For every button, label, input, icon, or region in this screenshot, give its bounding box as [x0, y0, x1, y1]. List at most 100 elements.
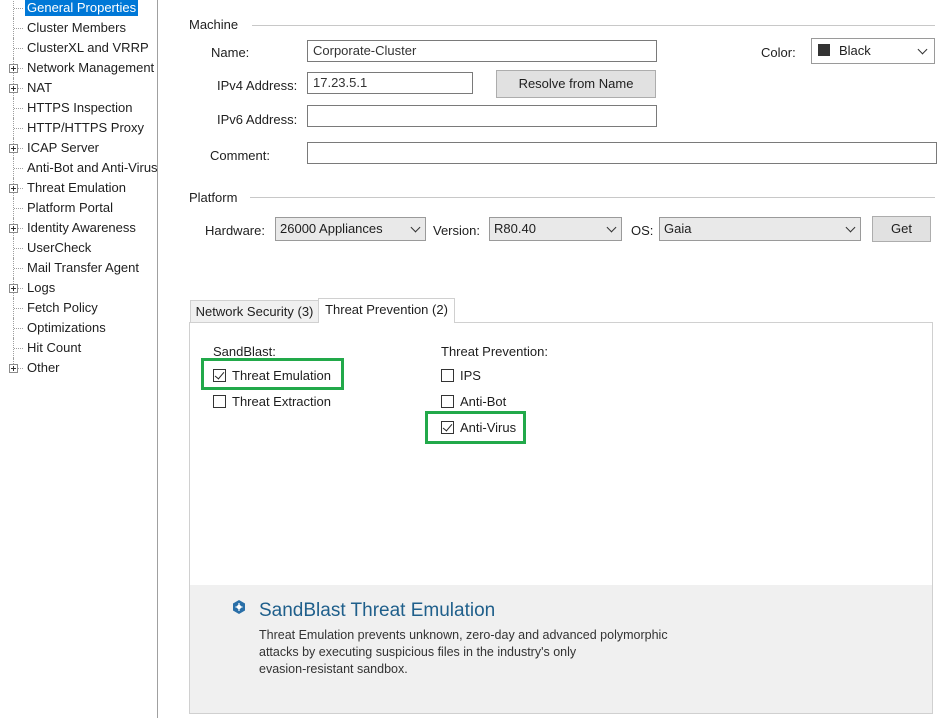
os-label: OS: [631, 223, 654, 238]
tree-item-label: General Properties [25, 0, 139, 16]
feature-info-box: SandBlast Threat Emulation Threat Emulat… [190, 585, 932, 713]
tree-connector [14, 268, 23, 269]
expand-plus-icon[interactable] [9, 224, 18, 233]
version-label: Version: [433, 223, 480, 238]
platform-section-rule [250, 197, 935, 198]
color-value: Black [839, 43, 871, 58]
tree-connector [14, 348, 23, 349]
tree-item-optimizations[interactable]: Optimizations [0, 318, 157, 338]
ips-label: IPS [460, 368, 481, 383]
ips-checkbox[interactable] [441, 369, 454, 382]
chevron-down-icon [606, 222, 617, 233]
tree-item-label: Other [27, 360, 60, 375]
tree-item-label: NAT [27, 80, 53, 95]
tree-item-label: UserCheck [27, 240, 92, 255]
machine-section-title: Machine [189, 17, 239, 32]
expand-plus-icon[interactable] [9, 84, 18, 93]
tree-connector [14, 248, 23, 249]
expand-plus-icon[interactable] [9, 364, 18, 373]
color-swatch-icon [818, 44, 830, 56]
tree-item-fetch-policy[interactable]: Fetch Policy [0, 298, 157, 318]
chevron-down-icon [410, 222, 421, 233]
platform-section-title: Platform [189, 190, 238, 205]
tree-item-label: Identity Awareness [27, 220, 136, 235]
ipv4-label: IPv4 Address: [217, 78, 298, 93]
anti-bot-option[interactable]: Anti-Bot [441, 394, 521, 412]
tree-item-label: Logs [27, 280, 56, 295]
tree-item-label: ICAP Server [27, 140, 100, 155]
threat-extraction-label: Threat Extraction [232, 394, 331, 409]
tree-item-mail-transfer-agent[interactable]: Mail Transfer Agent [0, 258, 157, 278]
tree-item-cluster-members[interactable]: Cluster Members [0, 18, 157, 38]
tree-item-general-properties[interactable]: General Properties [0, 0, 157, 18]
expand-plus-icon[interactable] [9, 184, 18, 193]
tree-item-network-management[interactable]: Network Management [0, 58, 157, 78]
comment-label: Comment: [210, 148, 270, 163]
tree-item-label: Anti-Bot and Anti-Virus [27, 160, 157, 175]
os-value: Gaia [664, 221, 692, 236]
tree-item-label: Network Management [27, 60, 155, 75]
tree-connector [14, 208, 23, 209]
name-field[interactable]: Corporate-Cluster [307, 40, 657, 62]
comment-field[interactable] [307, 142, 937, 164]
threat-extraction-checkbox[interactable] [213, 395, 226, 408]
tree-item-hit-count[interactable]: Hit Count [0, 338, 157, 358]
machine-section-rule [252, 25, 935, 26]
get-button[interactable]: Get [872, 216, 931, 242]
tab-network-security[interactable]: Network Security (3) [190, 300, 319, 323]
tree-item-other[interactable]: Other [0, 358, 157, 378]
tree-item-label: ClusterXL and VRRP [27, 40, 149, 55]
tree-connector [14, 28, 23, 29]
info-title: SandBlast Threat Emulation [259, 600, 496, 621]
info-line-1: Threat Emulation prevents unknown, zero-… [259, 628, 668, 642]
tree-connector [13, 0, 14, 18]
os-dropdown[interactable]: Gaia [659, 217, 861, 241]
tree-item-icap-server[interactable]: ICAP Server [0, 138, 157, 158]
color-dropdown[interactable]: Black [811, 38, 935, 64]
version-value: R80.40 [494, 221, 536, 236]
chevron-down-icon [845, 222, 856, 233]
tree-item-identity-awareness[interactable]: Identity Awareness [0, 218, 157, 238]
tree-item-threat-emulation[interactable]: Threat Emulation [0, 178, 157, 198]
ips-option[interactable]: IPS [441, 368, 521, 386]
tree-item-logs[interactable]: Logs [0, 278, 157, 298]
tree-item-https-inspection[interactable]: HTTPS Inspection [0, 98, 157, 118]
tree-connector [14, 328, 23, 329]
tree-item-label: Optimizations [27, 320, 106, 335]
threat-extraction-option[interactable]: Threat Extraction [213, 394, 343, 412]
tree-item-nat[interactable]: NAT [0, 78, 157, 98]
tree-connector [14, 128, 23, 129]
tree-item-anti-bot-anti-virus[interactable]: Anti-Bot and Anti-Virus [0, 158, 157, 178]
ipv6-field[interactable] [307, 105, 657, 127]
ipv6-label: IPv6 Address: [217, 112, 298, 127]
tree-connector [14, 8, 23, 9]
pane-divider[interactable] [157, 0, 158, 718]
tree-item-usercheck[interactable]: UserCheck [0, 238, 157, 258]
tree-item-label: Cluster Members [27, 20, 126, 35]
highlight-box [425, 411, 526, 444]
tree-item-label: HTTP/HTTPS Proxy [27, 120, 145, 135]
resolve-from-name-button[interactable]: Resolve from Name [496, 70, 656, 98]
tree-connector [14, 168, 23, 169]
expand-plus-icon[interactable] [9, 284, 18, 293]
version-dropdown[interactable]: R80.40 [489, 217, 622, 241]
tree-item-clusterxl-vrrp[interactable]: ClusterXL and VRRP [0, 38, 157, 58]
tree-item-platform-portal[interactable]: Platform Portal [0, 198, 157, 218]
tree-connector [14, 308, 23, 309]
ipv4-field[interactable]: 17.23.5.1 [307, 72, 473, 94]
tree-item-http-https-proxy[interactable]: HTTP/HTTPS Proxy [0, 118, 157, 138]
anti-bot-checkbox[interactable] [441, 395, 454, 408]
chevron-down-icon [917, 44, 928, 55]
hardware-label: Hardware: [205, 223, 265, 238]
expand-plus-icon[interactable] [9, 64, 18, 73]
tree-item-label: Hit Count [27, 340, 82, 355]
color-label: Color: [761, 45, 796, 60]
properties-tree: General Properties Cluster Members Clust… [0, 0, 157, 718]
tab-threat-prevention[interactable]: Threat Prevention (2) [318, 298, 455, 323]
tree-connector [14, 108, 23, 109]
hardware-dropdown[interactable]: 26000 Appliances [275, 217, 426, 241]
threat-prevention-heading: Threat Prevention: [441, 344, 548, 359]
expand-plus-icon[interactable] [9, 144, 18, 153]
hardware-value: 26000 Appliances [280, 221, 383, 236]
tree-item-label: Threat Emulation [27, 180, 126, 195]
